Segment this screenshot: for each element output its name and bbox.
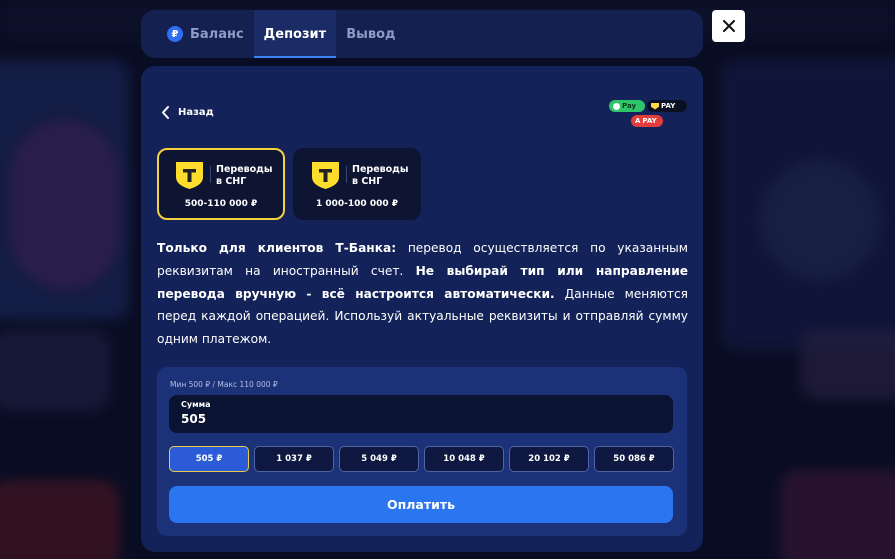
payment-logos: Pay PAY A PAY [609, 100, 689, 130]
tbank-logo-icon [312, 162, 339, 189]
method-range: 1 000-100 000 ₽ [315, 199, 399, 209]
quick-amount-chip[interactable]: 5 049 ₽ [339, 446, 419, 472]
ruble-coin-icon: ₽ [167, 26, 183, 42]
method-range: 500-110 000 ₽ [184, 199, 258, 209]
close-button[interactable] [712, 10, 745, 42]
tab-balance-label: Баланс [190, 26, 244, 42]
amount-section: Мин 500 ₽ / Макс 110 000 ₽ Сумма 505 505… [157, 367, 687, 536]
sbp-pay-badge: Pay [609, 100, 645, 112]
chevron-left-icon [162, 106, 169, 119]
quick-amounts: 505 ₽ 1 037 ₽ 5 049 ₽ 10 048 ₽ 20 102 ₽ … [169, 446, 674, 472]
alfa-pay-badge: A PAY [631, 115, 663, 127]
tab-balance[interactable]: ₽ Баланс [167, 10, 254, 58]
tab-deposit[interactable]: Депозит [253, 10, 337, 58]
quick-amount-chip[interactable]: 10 048 ₽ [424, 446, 504, 472]
quick-amount-chip[interactable]: 50 086 ₽ [594, 446, 674, 472]
tab-deposit-label: Депозит [263, 26, 327, 42]
amount-input[interactable]: Сумма 505 [169, 395, 673, 433]
amount-value[interactable]: 505 [181, 412, 661, 426]
method-card-cis-2[interactable]: Переводы в СНГ 1 000-100 000 ₽ [293, 148, 421, 220]
deposit-panel: Назад Pay PAY A PAY Переводы в СНГ 500-1… [141, 66, 703, 552]
pay-check-icon [613, 102, 620, 110]
method-label: Переводы в СНГ [216, 164, 273, 187]
alfa-a-icon: A [635, 117, 641, 125]
tab-withdraw[interactable]: Вывод [336, 10, 405, 58]
tinkoff-pay-badge: PAY [647, 100, 687, 112]
tbank-shield-icon [651, 102, 659, 110]
tbank-logo-icon [176, 162, 203, 189]
quick-amount-chip[interactable]: 1 037 ₽ [254, 446, 334, 472]
amount-limits: Мин 500 ₽ / Макс 110 000 ₽ [170, 380, 278, 389]
tab-withdraw-label: Вывод [346, 26, 396, 42]
method-card-cis-1[interactable]: Переводы в СНГ 500-110 000 ₽ [157, 148, 285, 220]
amount-label: Сумма [181, 400, 211, 409]
back-label: Назад [178, 107, 214, 118]
wallet-tabs: ₽ Баланс Депозит Вывод [141, 10, 703, 58]
quick-amount-chip[interactable]: 505 ₽ [169, 446, 249, 472]
close-icon [722, 20, 735, 32]
quick-amount-chip[interactable]: 20 102 ₽ [509, 446, 589, 472]
pay-button[interactable]: Оплатить [169, 486, 673, 523]
back-button[interactable]: Назад [161, 106, 214, 119]
method-label: Переводы в СНГ [352, 164, 409, 187]
payment-methods: Переводы в СНГ 500-110 000 ₽ Переводы в … [157, 148, 421, 220]
instructions-text: Только для клиентов Т-Банка: перевод осу… [157, 241, 689, 347]
